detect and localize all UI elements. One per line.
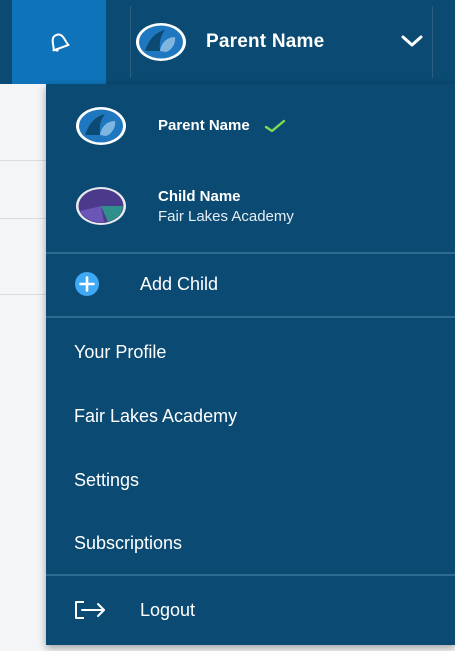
background-divider [0,218,46,219]
account-name: Parent Name [206,31,325,52]
profile-school: Fair Lakes Academy [158,208,294,225]
profile-item-child[interactable]: Child Name Fair Lakes Academy [46,174,455,238]
profile-name: Parent Name [158,117,250,135]
menu-divider [46,574,455,576]
menu-item-label: Settings [74,469,140,490]
add-circle-icon [75,272,99,296]
topbar-separator [130,6,131,78]
menu-item-label: Fair Lakes Academy [74,405,238,426]
profile-name: Child Name [158,188,241,206]
topbar-separator [432,6,433,78]
menu-item-your-profile[interactable]: Your Profile [46,324,455,380]
menu-item-label: Your Profile [74,341,167,362]
account-menu-toggle[interactable]: Parent Name [132,0,432,84]
background-divider [0,294,46,295]
check-icon [264,119,286,132]
logout-label: Logout [140,599,196,620]
account-dropdown-menu: Parent Name Child Name Fair Lakes Academ… [46,84,455,645]
add-child-label: Add Child [140,273,219,294]
bell-icon [51,33,70,52]
profile-item-parent[interactable]: Parent Name [46,98,455,154]
menu-item-settings[interactable]: Settings [46,452,455,508]
menu-divider [46,316,455,318]
add-child-button[interactable]: Add Child [46,256,455,312]
menu-divider [46,252,455,254]
menu-item-label: Subscriptions [74,532,183,553]
chevron-down-icon [401,35,423,47]
logout-button[interactable]: Logout [46,582,455,638]
notifications-button[interactable] [12,0,106,84]
logout-icon [75,601,105,619]
parent-avatar-icon [76,107,126,145]
menu-item-subscriptions[interactable]: Subscriptions [46,515,455,571]
menu-item-school[interactable]: Fair Lakes Academy [46,388,455,444]
child-avatar-icon [76,187,126,225]
top-navigation-bar: Parent Name [0,0,455,84]
parent-avatar-icon [136,23,186,61]
background-divider [0,160,46,161]
